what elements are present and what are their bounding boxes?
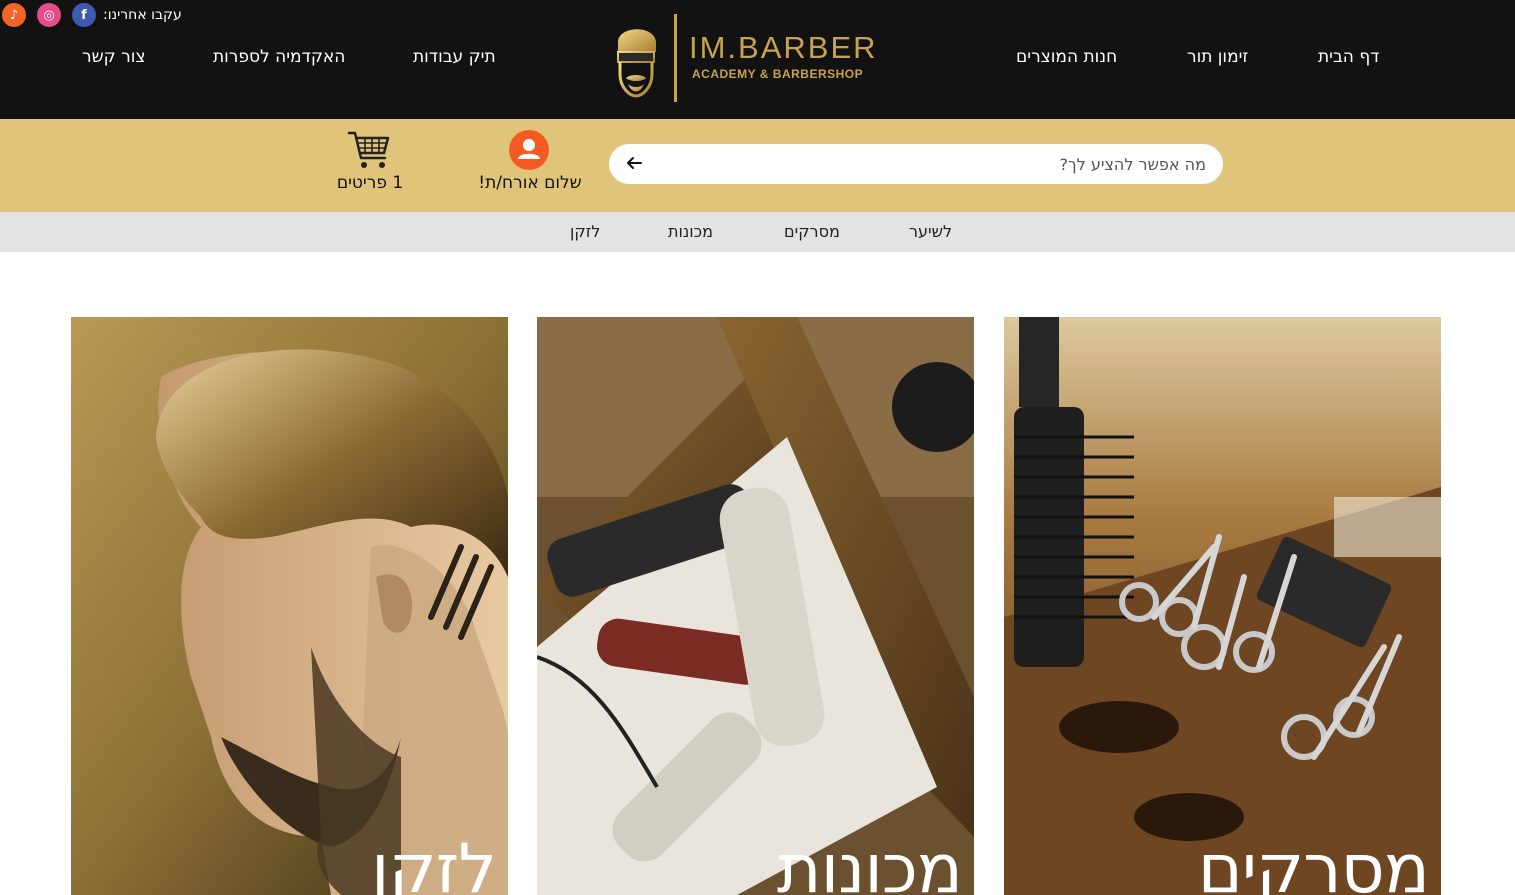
nav-home[interactable]: דף הבית xyxy=(1318,47,1379,67)
follow-us-label: עקבו אחרינו: xyxy=(103,7,182,23)
barber-face-logo-icon xyxy=(617,29,656,98)
user-avatar-icon[interactable] xyxy=(509,130,549,170)
nav-portfolio[interactable]: תיק עבודות xyxy=(413,47,496,67)
search-bar-section: שלום אורח/ת! 1 פריטים xyxy=(0,119,1515,212)
logo-divider xyxy=(674,14,677,102)
category-tile-beard[interactable]: לזקן xyxy=(71,317,508,895)
guest-greeting[interactable]: שלום אורח/ת! xyxy=(460,173,600,193)
logo-title: IM.BARBER xyxy=(689,30,878,65)
shopping-cart-icon[interactable] xyxy=(347,130,391,170)
tile-label-machines: מכונות xyxy=(776,830,963,895)
social-links: ♪ ◎ f עקבו אחרינו: xyxy=(2,3,182,27)
hair-machines-image xyxy=(537,317,974,895)
logo-subtitle: ACADEMY & BARBERSHOP xyxy=(692,67,864,81)
page: ♪ ◎ f עקבו אחרינו: דף הבית זימון תור חנו… xyxy=(0,0,1515,895)
tile-label-beard: לזקן xyxy=(371,830,497,895)
nav-contact[interactable]: צור קשר xyxy=(82,47,145,67)
cart-item-count[interactable]: 1 פריטים xyxy=(320,173,420,193)
top-header: ♪ ◎ f עקבו אחרינו: דף הבית זימון תור חנו… xyxy=(0,0,1515,119)
category-combs[interactable]: מסרקים xyxy=(784,222,840,241)
category-tile-combs[interactable]: מסרקים xyxy=(1004,317,1441,895)
category-hair[interactable]: לשיער xyxy=(909,222,952,241)
category-machines[interactable]: מכונות xyxy=(668,222,713,241)
tiktok-icon[interactable]: ♪ xyxy=(2,3,26,27)
arrow-left-icon[interactable] xyxy=(624,153,644,173)
nav-shop[interactable]: חנות המוצרים xyxy=(1016,47,1117,67)
site-logo[interactable]: IM.BARBER ACADEMY & BARBERSHOP xyxy=(612,14,887,104)
category-beard[interactable]: לזקן xyxy=(570,222,600,241)
facebook-icon[interactable]: f xyxy=(72,3,96,27)
category-bar: לשיער מסרקים מכונות לזקן xyxy=(0,212,1515,252)
combs-scissors-image xyxy=(1004,317,1441,895)
instagram-icon[interactable]: ◎ xyxy=(37,3,61,27)
nav-booking[interactable]: זימון תור xyxy=(1187,47,1248,67)
search-input[interactable] xyxy=(649,144,1214,184)
category-tile-machines[interactable]: מכונות xyxy=(537,317,974,895)
tile-label-combs: מסרקים xyxy=(1197,830,1430,895)
search-box xyxy=(609,144,1223,184)
nav-academy[interactable]: האקדמיה לספרות xyxy=(213,47,345,67)
beard-model-image xyxy=(71,317,508,895)
